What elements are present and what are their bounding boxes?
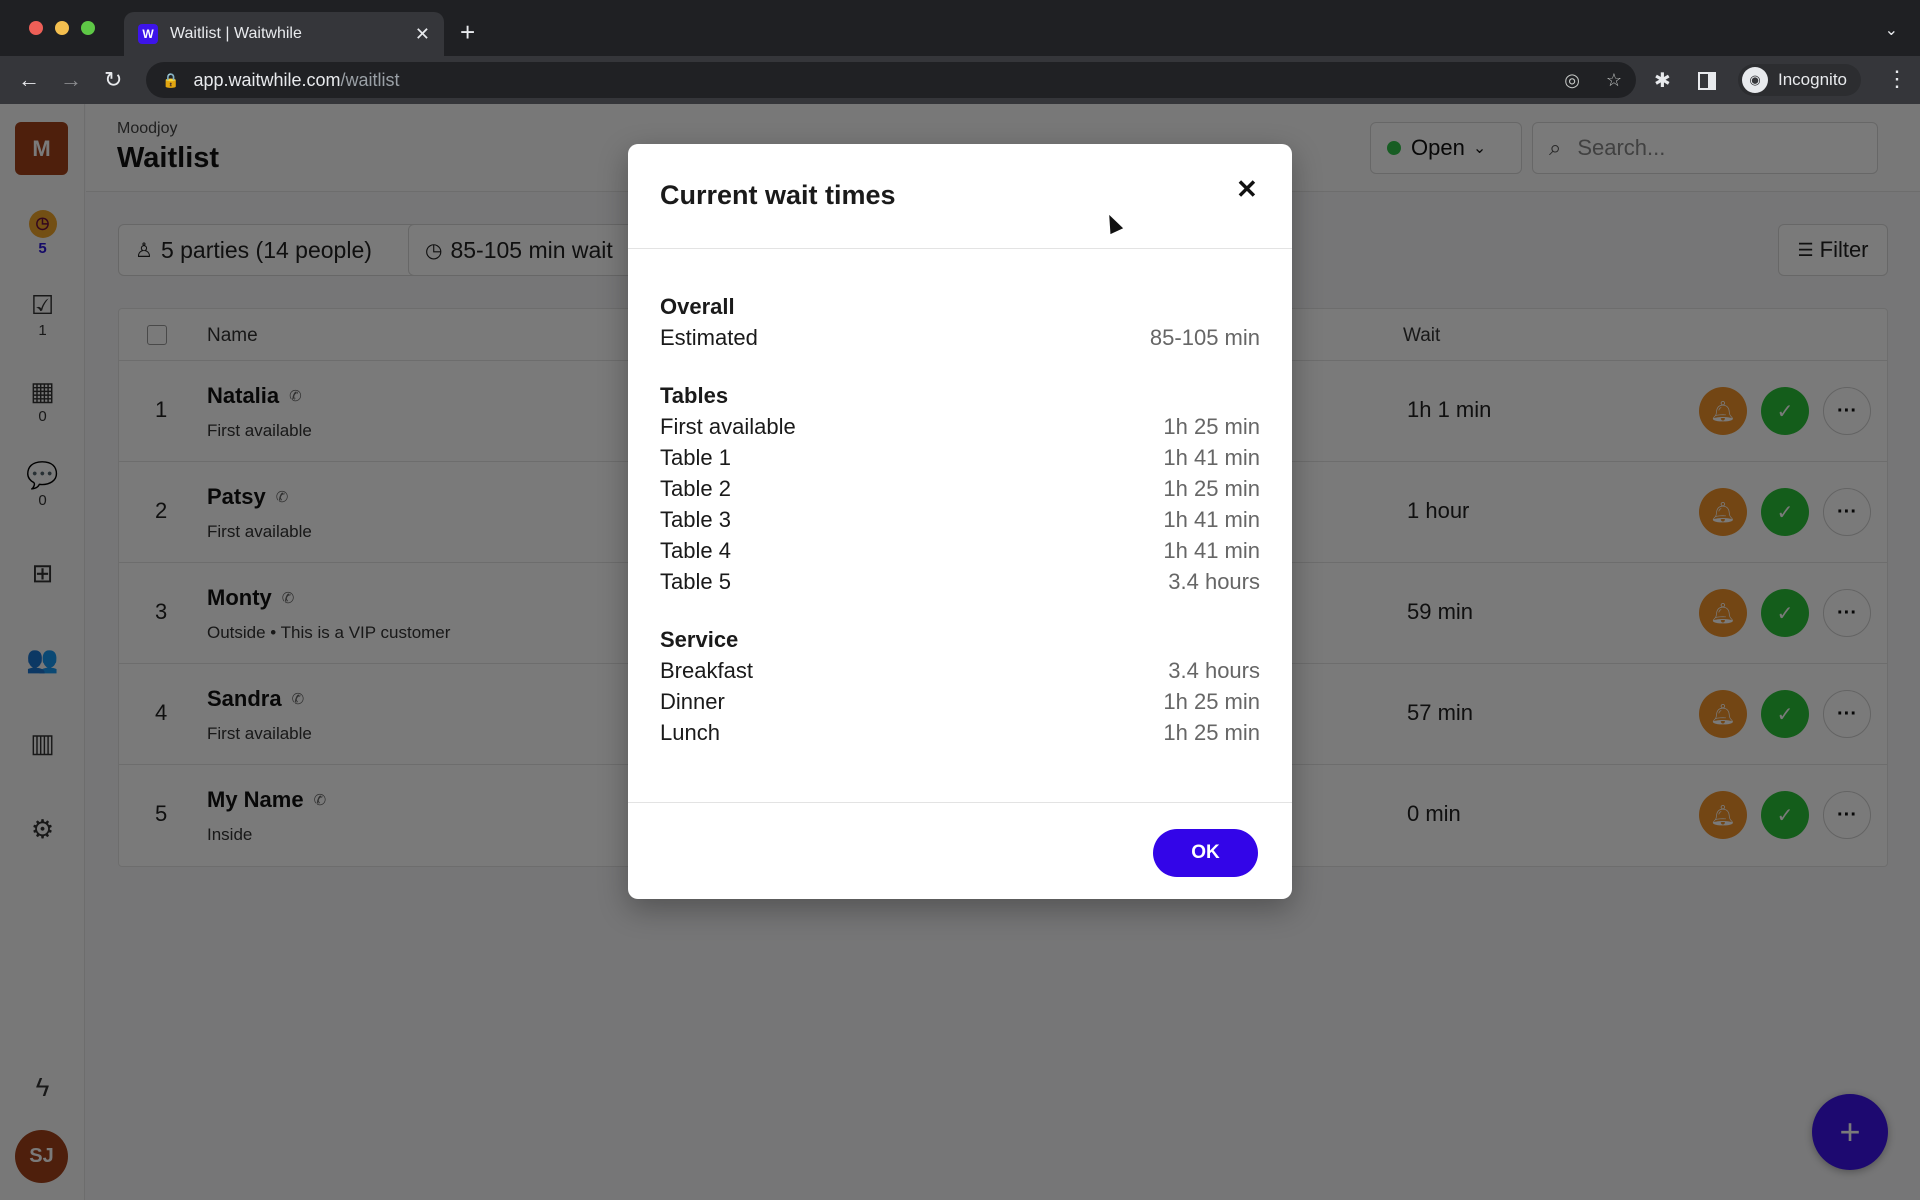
dialog-footer: OK (628, 802, 1292, 899)
browser-menu-icon[interactable]: ⋮ (1886, 66, 1908, 92)
wait-row-value: 1h 25 min (1163, 414, 1260, 439)
wait-row-label: Lunch (660, 720, 720, 745)
forward-arrow-icon[interactable]: → (60, 66, 82, 94)
incognito-icon: ◉ (1742, 67, 1768, 93)
tab-title: Waitlist | Waitwhile (170, 25, 302, 42)
wait-row: Table 1 1h 41 min (660, 442, 1260, 473)
url-path: /waitlist (340, 69, 400, 90)
wait-row-value: 85-105 min (1149, 325, 1260, 350)
wait-row-value: 3.4 hours (1168, 658, 1260, 683)
wait-row-label: Estimated (660, 325, 758, 350)
wait-row-label: Table 1 (660, 445, 731, 470)
dialog-body: Overall Estimated 85-105 min Tables Firs… (628, 249, 1292, 748)
window-maximize-button[interactable] (81, 21, 95, 35)
back-arrow-icon[interactable]: ← (18, 66, 40, 94)
incognito-profile-button[interactable]: ◉ Incognito (1738, 64, 1861, 96)
bookmark-star-icon[interactable]: ☆ (1606, 62, 1622, 98)
incognito-label: Incognito (1778, 70, 1847, 89)
dialog-title: Current wait times (660, 180, 896, 210)
section-service: Service Breakfast 3.4 hours Dinner 1h 25… (660, 624, 1260, 748)
section-tables: Tables First available 1h 25 min Table 1… (660, 380, 1260, 597)
wait-row: Estimated 85-105 min (660, 322, 1260, 353)
wait-row: Dinner 1h 25 min (660, 686, 1260, 717)
wait-row: Table 4 1h 41 min (660, 535, 1260, 566)
wait-row: Table 2 1h 25 min (660, 473, 1260, 504)
reload-icon[interactable]: ↻ (104, 66, 122, 94)
wait-row-value: 3.4 hours (1168, 569, 1260, 594)
extensions-puzzle-icon[interactable]: ✱ (1654, 68, 1671, 93)
wait-row-label: Table 2 (660, 476, 731, 501)
wait-row: Breakfast 3.4 hours (660, 655, 1260, 686)
wait-row-label: Table 3 (660, 507, 731, 532)
dialog-header: Current wait times ✕ (628, 144, 1292, 249)
wait-row-label: Dinner (660, 689, 725, 714)
new-tab-button[interactable]: + (460, 18, 475, 46)
waitwhile-favicon-icon: W (138, 24, 158, 44)
wait-row-label: Breakfast (660, 658, 753, 683)
wait-row-value: 1h 41 min (1163, 445, 1260, 470)
wait-row-value: 1h 41 min (1163, 507, 1260, 532)
close-icon[interactable]: ✕ (1236, 174, 1258, 205)
wait-row-label: Table 5 (660, 569, 731, 594)
window-minimize-button[interactable] (55, 21, 69, 35)
browser-tab-strip: W Waitlist | Waitwhile ✕ + ⌄ (0, 0, 1920, 56)
wait-row-value: 1h 25 min (1163, 720, 1260, 745)
wait-row: Table 5 3.4 hours (660, 566, 1260, 597)
wait-row-value: 1h 25 min (1163, 476, 1260, 501)
address-bar[interactable]: 🔒 app.waitwhile.com /waitlist ◎ ☆ (146, 62, 1636, 98)
wait-row-label: Table 4 (660, 538, 731, 563)
eye-off-icon[interactable]: ◎ (1564, 62, 1580, 98)
section-title: Tables (660, 383, 729, 408)
wait-row-value: 1h 41 min (1163, 538, 1260, 563)
ok-button[interactable]: OK (1153, 829, 1258, 877)
url-host: app.waitwhile.com (193, 69, 341, 90)
tab-search-chevron-icon[interactable]: ⌄ (1885, 20, 1898, 40)
wait-row: Table 3 1h 41 min (660, 504, 1260, 535)
browser-toolbar: ← → ↻ 🔒 app.waitwhile.com /waitlist ◎ ☆ … (0, 56, 1920, 104)
side-panel-icon[interactable] (1698, 72, 1716, 90)
lock-icon[interactable]: 🔒 (162, 72, 179, 89)
browser-tab[interactable]: W Waitlist | Waitwhile ✕ (124, 12, 444, 56)
wait-times-dialog: Current wait times ✕ Overall Estimated 8… (628, 144, 1292, 899)
window-close-button[interactable] (29, 21, 43, 35)
wait-row-value: 1h 25 min (1163, 689, 1260, 714)
wait-row: First available 1h 25 min (660, 411, 1260, 442)
wait-row-label: First available (660, 414, 796, 439)
section-overall: Overall Estimated 85-105 min (660, 291, 1260, 353)
wait-row: Lunch 1h 25 min (660, 717, 1260, 748)
section-title: Overall (660, 294, 735, 319)
close-tab-icon[interactable]: ✕ (415, 24, 430, 45)
section-title: Service (660, 627, 739, 652)
